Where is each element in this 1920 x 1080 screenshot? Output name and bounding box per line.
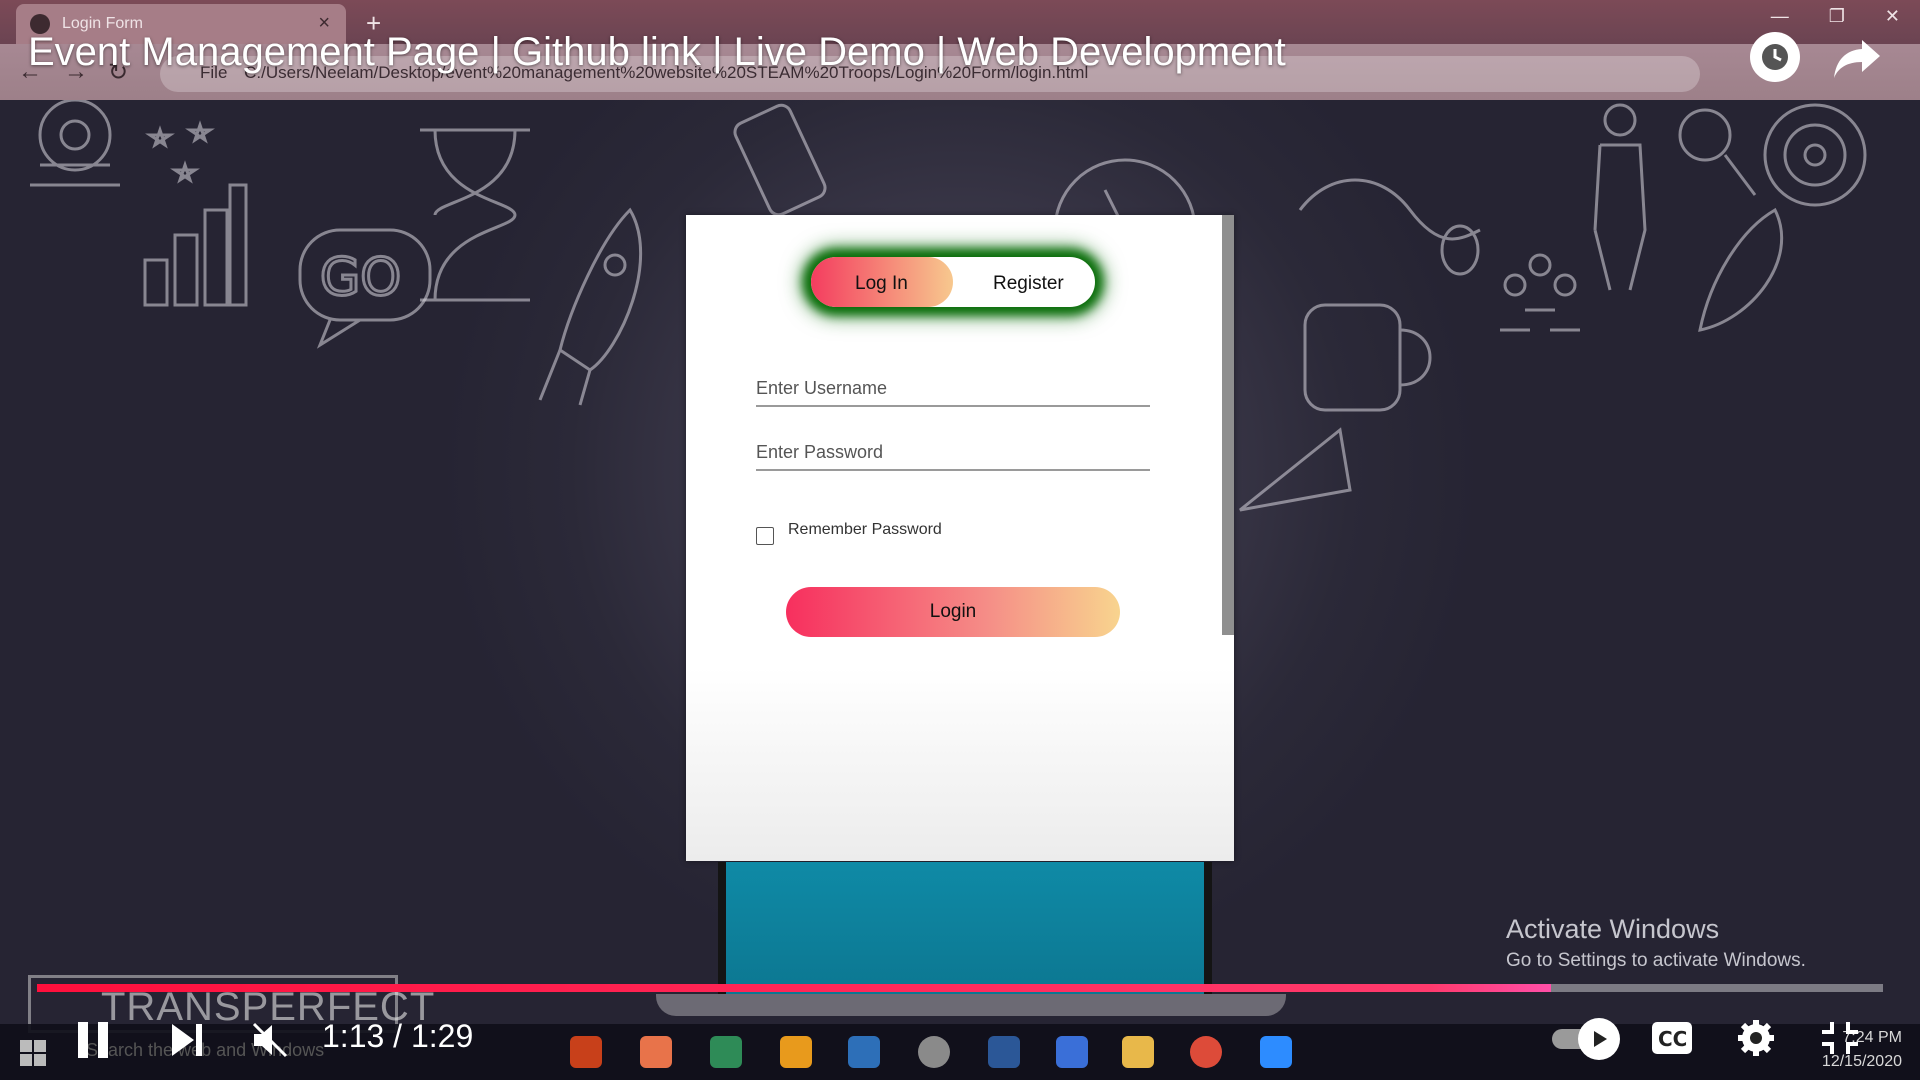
laptop-base-doodle xyxy=(656,994,1286,1016)
word-icon[interactable] xyxy=(988,1036,1020,1068)
next-icon[interactable] xyxy=(170,1022,204,1058)
bar-graph-doodle-icon xyxy=(143,183,248,307)
chrome-icon[interactable] xyxy=(1190,1036,1222,1068)
windows-start-icon[interactable] xyxy=(20,1040,46,1066)
svg-text:GO: GO xyxy=(320,248,401,308)
maps-icon[interactable] xyxy=(710,1036,742,1068)
activate-windows-subtitle: Go to Settings to activate Windows. xyxy=(1506,950,1806,971)
mouse-doodle-icon xyxy=(1298,178,1481,276)
video-title[interactable]: Event Management Page | Github link | Li… xyxy=(28,30,1286,75)
captions-icon[interactable]: CC xyxy=(1650,1020,1694,1056)
megaphone-doodle-icon xyxy=(1239,427,1352,512)
people-doodle-icon xyxy=(1500,253,1580,332)
video-progress-bar[interactable] xyxy=(37,984,1883,992)
remember-checkbox[interactable] xyxy=(756,527,774,545)
app-icon-8[interactable] xyxy=(1056,1036,1088,1068)
zoom-icon[interactable] xyxy=(1260,1036,1292,1068)
minimize-icon[interactable]: — xyxy=(1771,6,1789,27)
autoplay-play-icon[interactable] xyxy=(1578,1018,1620,1060)
rocket-doodle-icon xyxy=(538,207,642,406)
muted-volume-icon[interactable] xyxy=(250,1020,290,1060)
magnifier-doodle-icon xyxy=(1678,108,1757,196)
app-icon-1[interactable] xyxy=(570,1036,602,1068)
register-tab-button[interactable]: Register xyxy=(987,272,1070,296)
person-doodle-icon xyxy=(1593,103,1647,291)
auth-toggle: Log In Register xyxy=(811,257,1095,307)
app-icon-5[interactable] xyxy=(848,1036,880,1068)
mug-doodle-icon xyxy=(1303,303,1432,412)
password-field[interactable] xyxy=(756,435,1150,471)
restore-icon[interactable]: ❐ xyxy=(1829,6,1845,27)
file-explorer-icon[interactable] xyxy=(1122,1036,1154,1068)
scrollbar[interactable] xyxy=(1222,215,1234,635)
svg-text:CC: CC xyxy=(1658,1027,1687,1051)
window-controls: — ❐ ✕ xyxy=(1771,6,1900,27)
username-field[interactable] xyxy=(756,371,1150,407)
share-icon[interactable] xyxy=(1832,36,1882,85)
target-doodle-icon xyxy=(1763,103,1867,207)
remember-label: Remember Password xyxy=(788,521,942,538)
video-time-display: 1:13 / 1:29 xyxy=(322,1018,474,1054)
phone-doodle-icon xyxy=(733,103,827,217)
sublime-icon[interactable] xyxy=(780,1036,812,1068)
login-tab-button[interactable]: Log In xyxy=(849,272,914,296)
settings-gear-icon[interactable] xyxy=(1736,1018,1776,1058)
xampp-icon[interactable] xyxy=(640,1036,672,1068)
activate-windows-title: Activate Windows xyxy=(1506,914,1720,944)
gear-doodle-icon xyxy=(30,98,120,187)
app-icon-6[interactable] xyxy=(918,1036,950,1068)
login-button[interactable]: Login xyxy=(786,587,1120,637)
watch-later-icon[interactable] xyxy=(1750,32,1800,82)
leaf-doodle-icon xyxy=(1698,207,1783,332)
pause-icon[interactable] xyxy=(76,1020,110,1060)
login-card: Log In Register Remember Password Login xyxy=(686,215,1234,861)
video-progress-fill xyxy=(37,984,1551,992)
close-window-icon[interactable]: ✕ xyxy=(1885,6,1900,27)
exit-fullscreen-icon[interactable] xyxy=(1820,1020,1860,1056)
